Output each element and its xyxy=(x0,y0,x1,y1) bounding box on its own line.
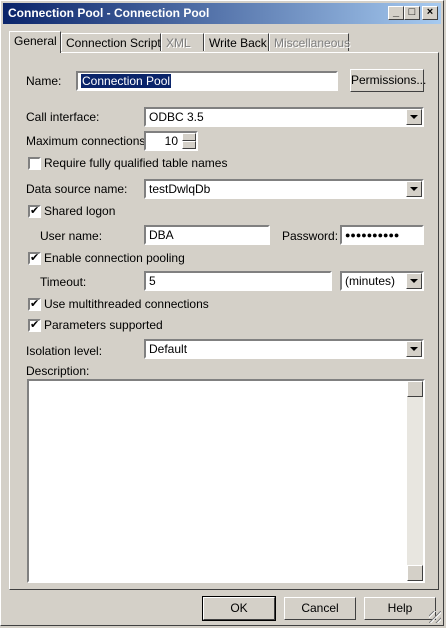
shared-logon-label: Shared logon xyxy=(44,204,116,218)
user-name-label: User name: xyxy=(40,229,103,243)
cancel-button[interactable]: Cancel xyxy=(284,597,356,620)
ok-button[interactable]: OK xyxy=(202,596,276,621)
scroll-up-icon[interactable] xyxy=(407,381,423,397)
enable-pooling-checkbox[interactable] xyxy=(28,251,41,265)
chevron-down-icon[interactable] xyxy=(406,273,422,289)
tab-connection-scripts[interactable]: Connection Scripts xyxy=(61,33,167,51)
name-field[interactable]: Connection Pool xyxy=(76,71,338,91)
description-scrollbar[interactable] xyxy=(407,381,423,581)
require-qualified-checkbox[interactable] xyxy=(28,157,41,170)
name-label: Name: xyxy=(26,74,62,88)
resize-grip-icon[interactable] xyxy=(429,611,441,623)
timeout-label: Timeout: xyxy=(40,275,87,289)
data-source-label: Data source name: xyxy=(26,182,128,196)
close-button[interactable]: × xyxy=(422,6,438,20)
timeout-unit-select[interactable]: (minutes) xyxy=(340,271,424,291)
enable-pooling-label: Enable connection pooling xyxy=(44,251,185,265)
password-label: Password: xyxy=(282,229,339,243)
spin-buttons[interactable] xyxy=(182,133,196,149)
maximize-button[interactable]: □ xyxy=(404,6,420,20)
help-button[interactable]: Help xyxy=(364,597,436,620)
description-label: Description: xyxy=(26,364,90,378)
scroll-down-icon[interactable] xyxy=(407,565,423,581)
spin-up-icon[interactable] xyxy=(182,133,196,141)
user-name-field[interactable]: DBA xyxy=(144,225,270,245)
call-interface-label: Call interface: xyxy=(26,110,100,124)
params-supported-checkbox[interactable] xyxy=(28,318,41,332)
window-title: Connection Pool - Connection Pool xyxy=(8,6,210,20)
description-textarea[interactable] xyxy=(27,379,425,583)
isolation-label: Isolation level: xyxy=(26,344,103,358)
title-bar[interactable]: Connection Pool - Connection Pool _ □ × xyxy=(3,3,441,24)
timeout-field[interactable]: 5 xyxy=(144,271,332,291)
permissions-button[interactable]: Permissions... xyxy=(350,69,426,92)
require-qualified-label: Require fully qualified table names xyxy=(44,156,228,170)
chevron-down-icon[interactable] xyxy=(406,109,422,125)
chevron-down-icon[interactable] xyxy=(406,341,422,357)
tab-general[interactable]: General xyxy=(9,31,61,53)
isolation-select[interactable]: Default xyxy=(144,339,424,359)
minimize-button[interactable]: _ xyxy=(388,6,404,20)
spin-down-icon[interactable] xyxy=(182,141,196,149)
tab-xml[interactable]: XML xyxy=(161,33,204,51)
multithreaded-label: Use multithreaded connections xyxy=(44,297,209,311)
multithreaded-checkbox[interactable] xyxy=(28,297,41,311)
general-panel: Name: Connection Pool Permissions... Cal… xyxy=(9,52,439,590)
call-interface-select[interactable]: ODBC 3.5 xyxy=(144,107,424,127)
password-field[interactable]: ●●●●●●●●●● xyxy=(340,225,424,245)
data-source-select[interactable]: testDwlqDb xyxy=(144,179,424,199)
connection-pool-dialog: Connection Pool - Connection Pool _ □ × … xyxy=(0,0,444,626)
tab-write-back[interactable]: Write Back xyxy=(204,33,269,51)
params-supported-label: Parameters supported xyxy=(44,318,163,332)
chevron-down-icon[interactable] xyxy=(406,181,422,197)
shared-logon-checkbox[interactable] xyxy=(28,204,41,218)
max-connections-stepper[interactable]: 10 xyxy=(144,131,198,151)
max-connections-label: Maximum connections: xyxy=(26,134,149,148)
tab-miscellaneous[interactable]: Miscellaneous xyxy=(269,33,350,51)
